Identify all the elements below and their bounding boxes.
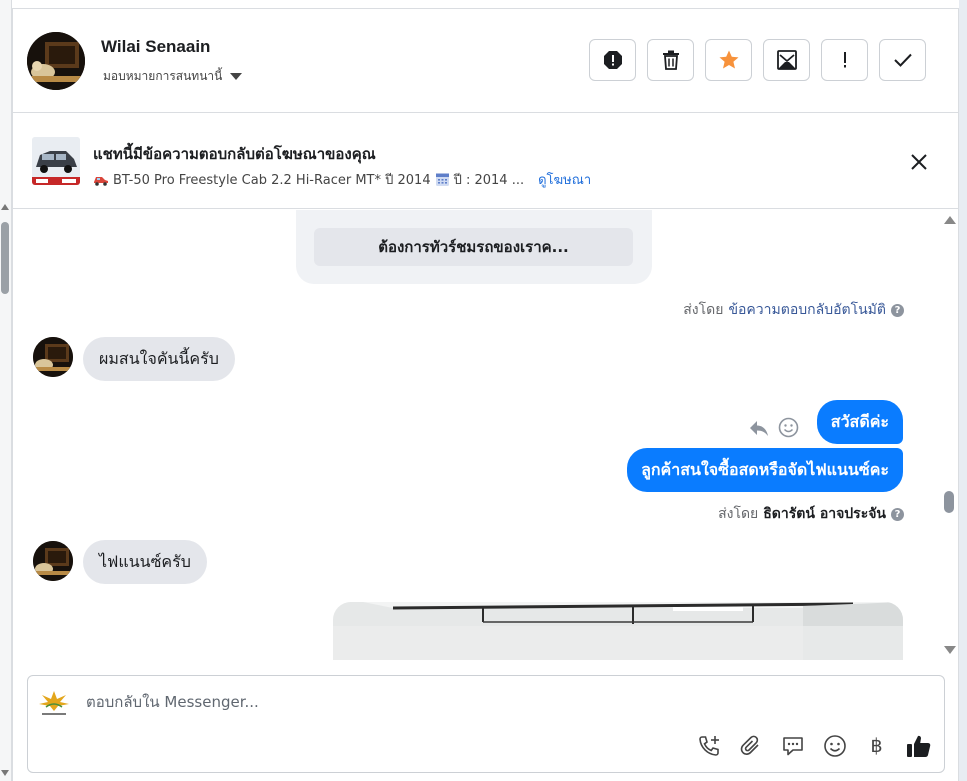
conversation-header: Wilai Senaain มอบหมายการสนทนานี้	[13, 9, 958, 113]
react-emoji-icon[interactable]	[778, 417, 799, 438]
auto-reply-label[interactable]: ข้อความตอบกลับอัตโนมัติ	[728, 299, 886, 321]
paperclip-icon	[740, 735, 759, 755]
scroll-down-arrow[interactable]	[944, 646, 956, 654]
ad-thumbnail[interactable]	[32, 137, 80, 185]
close-icon[interactable]	[910, 153, 928, 171]
thumbs-up-icon	[906, 735, 930, 757]
ad-banner-title: แชทนี้มีข้อความตอบกลับต่อโฆษณาของคุณ	[93, 145, 376, 163]
scroll-down-arrow[interactable]	[1, 770, 9, 776]
message-composer: ฿	[27, 675, 945, 773]
info-icon[interactable]: ?	[891, 507, 904, 521]
page-logo	[39, 691, 69, 715]
header-actions	[589, 39, 926, 81]
calendar-icon	[435, 173, 449, 186]
payment-button[interactable]: ฿	[863, 732, 890, 759]
ad-details: BT-50 Pro Freestyle Cab 2.2 Hi-Racer MT*…	[93, 169, 591, 190]
scroll-up-arrow[interactable]	[1, 204, 9, 210]
info-icon[interactable]: ?	[891, 303, 904, 317]
envelope-icon	[776, 50, 797, 70]
agent-sender: ส่งโดย ธิดารัตน์ อาจประจัน ?	[718, 503, 904, 525]
auto-reply-card: ต้องการทัวร์ชมรถของเราค...	[296, 210, 652, 284]
scrollbar-thumb[interactable]	[1, 222, 9, 294]
trash-icon	[662, 50, 679, 70]
composer-toolbar: ฿	[695, 732, 932, 759]
like-button[interactable]	[905, 732, 932, 759]
mark-unread-button[interactable]	[763, 39, 810, 81]
contact-name[interactable]: Wilai Senaain	[101, 37, 210, 57]
star-icon	[719, 50, 738, 69]
saved-replies-button[interactable]	[779, 732, 806, 759]
flag-button[interactable]	[821, 39, 868, 81]
ad-detail-text: BT-50 Pro Freestyle Cab 2.2 Hi-Racer MT*…	[113, 173, 431, 188]
page-scrollbar[interactable]	[0, 0, 12, 781]
agent-name: ธิดารัตน์ อาจประจัน	[763, 506, 886, 522]
outgoing-message[interactable]: ลูกค้าสนใจซื้อสดหรือจัดไฟแนนซ์คะ	[627, 448, 903, 492]
auto-reply-sender: ส่งโดย ข้อความตอบกลับอัตโนมัติ ?	[683, 299, 904, 321]
view-ad-link[interactable]: ดูโฆษณา	[538, 169, 591, 190]
chevron-down-icon	[230, 73, 243, 80]
thread-scrollbar[interactable]	[940, 210, 958, 660]
report-button[interactable]	[589, 39, 636, 81]
chat-bubble-icon	[782, 736, 803, 755]
scrollbar-thumb[interactable]	[944, 491, 954, 513]
check-icon	[893, 53, 912, 67]
incoming-message[interactable]: ผมสนใจคันนี้ครับ	[83, 337, 235, 381]
attach-button[interactable]	[737, 732, 764, 759]
message-actions	[748, 417, 799, 438]
right-edge	[959, 0, 967, 781]
phone-add-icon	[698, 735, 719, 756]
scroll-up-arrow[interactable]	[944, 216, 956, 224]
quick-reply-button[interactable]: ต้องการทัวร์ชมรถของเราค...	[314, 228, 633, 266]
reply-input[interactable]	[86, 693, 686, 711]
contact-avatar-small[interactable]	[33, 337, 73, 377]
message-thread[interactable]: ต้องการทัวร์ชมรถของเราค... ส่งโดย ข้อควา…	[13, 210, 958, 660]
ad-year-text: ปี : 2014 ...	[453, 173, 525, 188]
contact-avatar[interactable]	[27, 32, 85, 90]
call-button[interactable]	[695, 732, 722, 759]
delete-button[interactable]	[647, 39, 694, 81]
outgoing-message[interactable]: สวัสดีค่ะ	[816, 400, 903, 444]
conversation-panel: Wilai Senaain มอบหมายการสนทนานี้ แชทนี้ม…	[12, 8, 959, 781]
star-button[interactable]	[705, 39, 752, 81]
incoming-message[interactable]: ไฟแนนซ์ครับ	[83, 540, 207, 584]
sent-by-prefix: ส่งโดย	[718, 506, 759, 522]
baht-icon: ฿	[870, 734, 883, 757]
contact-avatar-small[interactable]	[33, 541, 73, 581]
reply-icon[interactable]	[748, 418, 770, 438]
sent-by-prefix: ส่งโดย	[683, 302, 724, 318]
assign-label: มอบหมายการสนทนานี้	[103, 69, 223, 83]
emoji-button[interactable]	[821, 732, 848, 759]
report-icon	[603, 51, 622, 69]
emoji-icon	[823, 734, 846, 757]
ad-reply-banner: แชทนี้มีข้อความตอบกลับต่อโฆษณาของคุณ BT-…	[13, 113, 958, 209]
mark-done-button[interactable]	[879, 39, 926, 81]
car-icon	[94, 176, 108, 186]
image-attachment[interactable]	[333, 602, 903, 660]
exclamation-icon	[843, 52, 846, 68]
assign-dropdown[interactable]: มอบหมายการสนทนานี้	[103, 67, 243, 86]
